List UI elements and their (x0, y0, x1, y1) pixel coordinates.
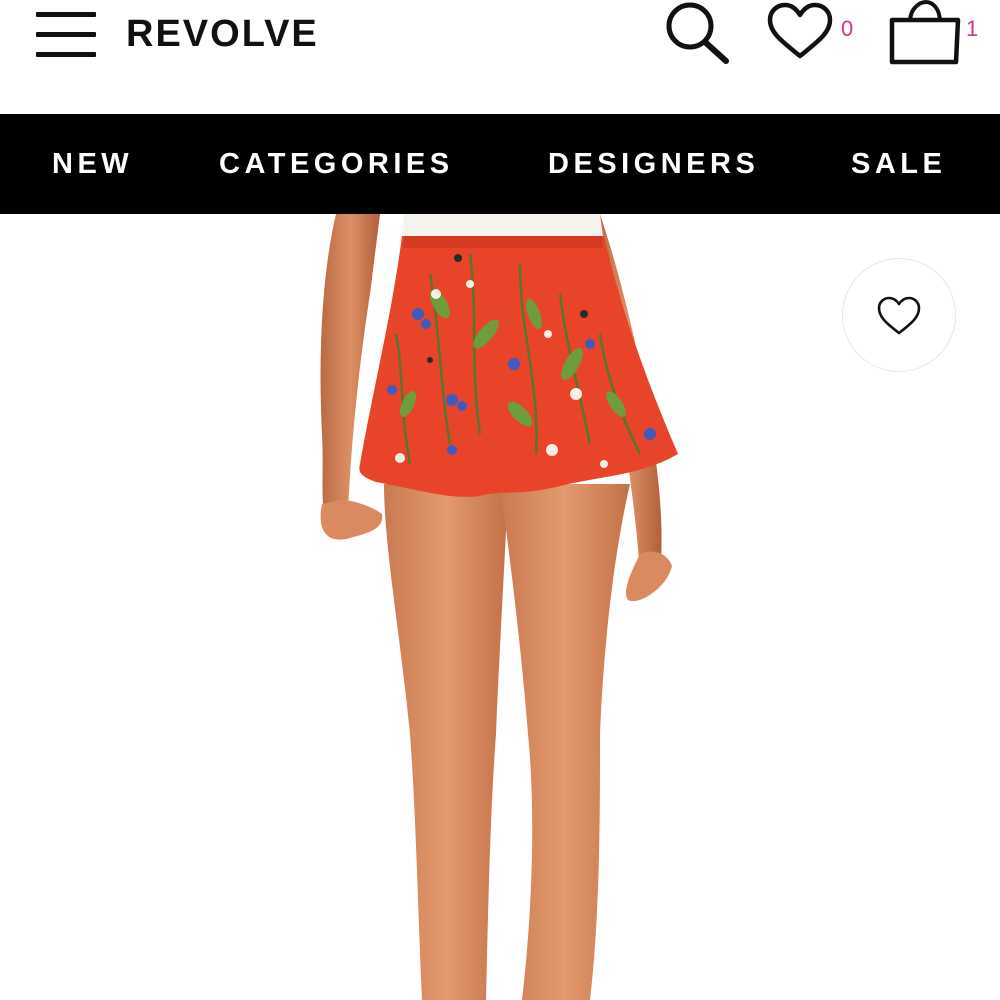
shopping-bag-icon[interactable] (884, 0, 964, 66)
search-icon[interactable] (660, 0, 732, 66)
nav-item-new[interactable]: NEW (52, 114, 133, 214)
brand-logo[interactable]: REVOLVE (126, 12, 319, 56)
nav-item-designers[interactable]: DESIGNERS (548, 114, 759, 214)
wishlist-count-badge: 0 (841, 16, 854, 41)
nav-item-categories[interactable]: CATEGORIES (219, 114, 454, 214)
hamburger-menu-icon[interactable] (36, 12, 96, 58)
page: REVOLVE 0 1 NEW CATEGORIES DESIGNERS SAL… (0, 0, 1000, 1000)
favorite-button[interactable] (842, 258, 956, 372)
main-nav: NEW CATEGORIES DESIGNERS SALE (0, 114, 1000, 214)
nav-item-sale[interactable]: SALE (851, 114, 946, 214)
heart-outline-icon (877, 296, 921, 335)
header: REVOLVE 0 1 (0, 0, 1000, 114)
wishlist-heart-icon[interactable] (766, 2, 834, 62)
product-image[interactable] (0, 214, 1000, 1000)
bag-count-badge: 1 (966, 16, 979, 41)
